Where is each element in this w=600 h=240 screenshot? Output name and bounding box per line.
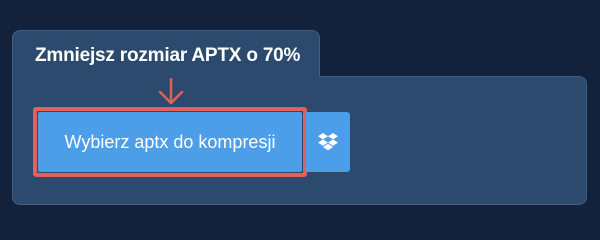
choose-file-button[interactable]: Wybierz aptx do kompresji bbox=[38, 112, 302, 172]
panel-title: Zmniejsz rozmiar APTX o 70% bbox=[35, 45, 301, 66]
dropbox-button[interactable] bbox=[306, 112, 350, 172]
arrow-down-icon bbox=[158, 78, 184, 105]
dropbox-icon bbox=[318, 133, 338, 151]
page: Zmniejsz rozmiar APTX o 70% Wybierz aptx… bbox=[0, 0, 600, 230]
